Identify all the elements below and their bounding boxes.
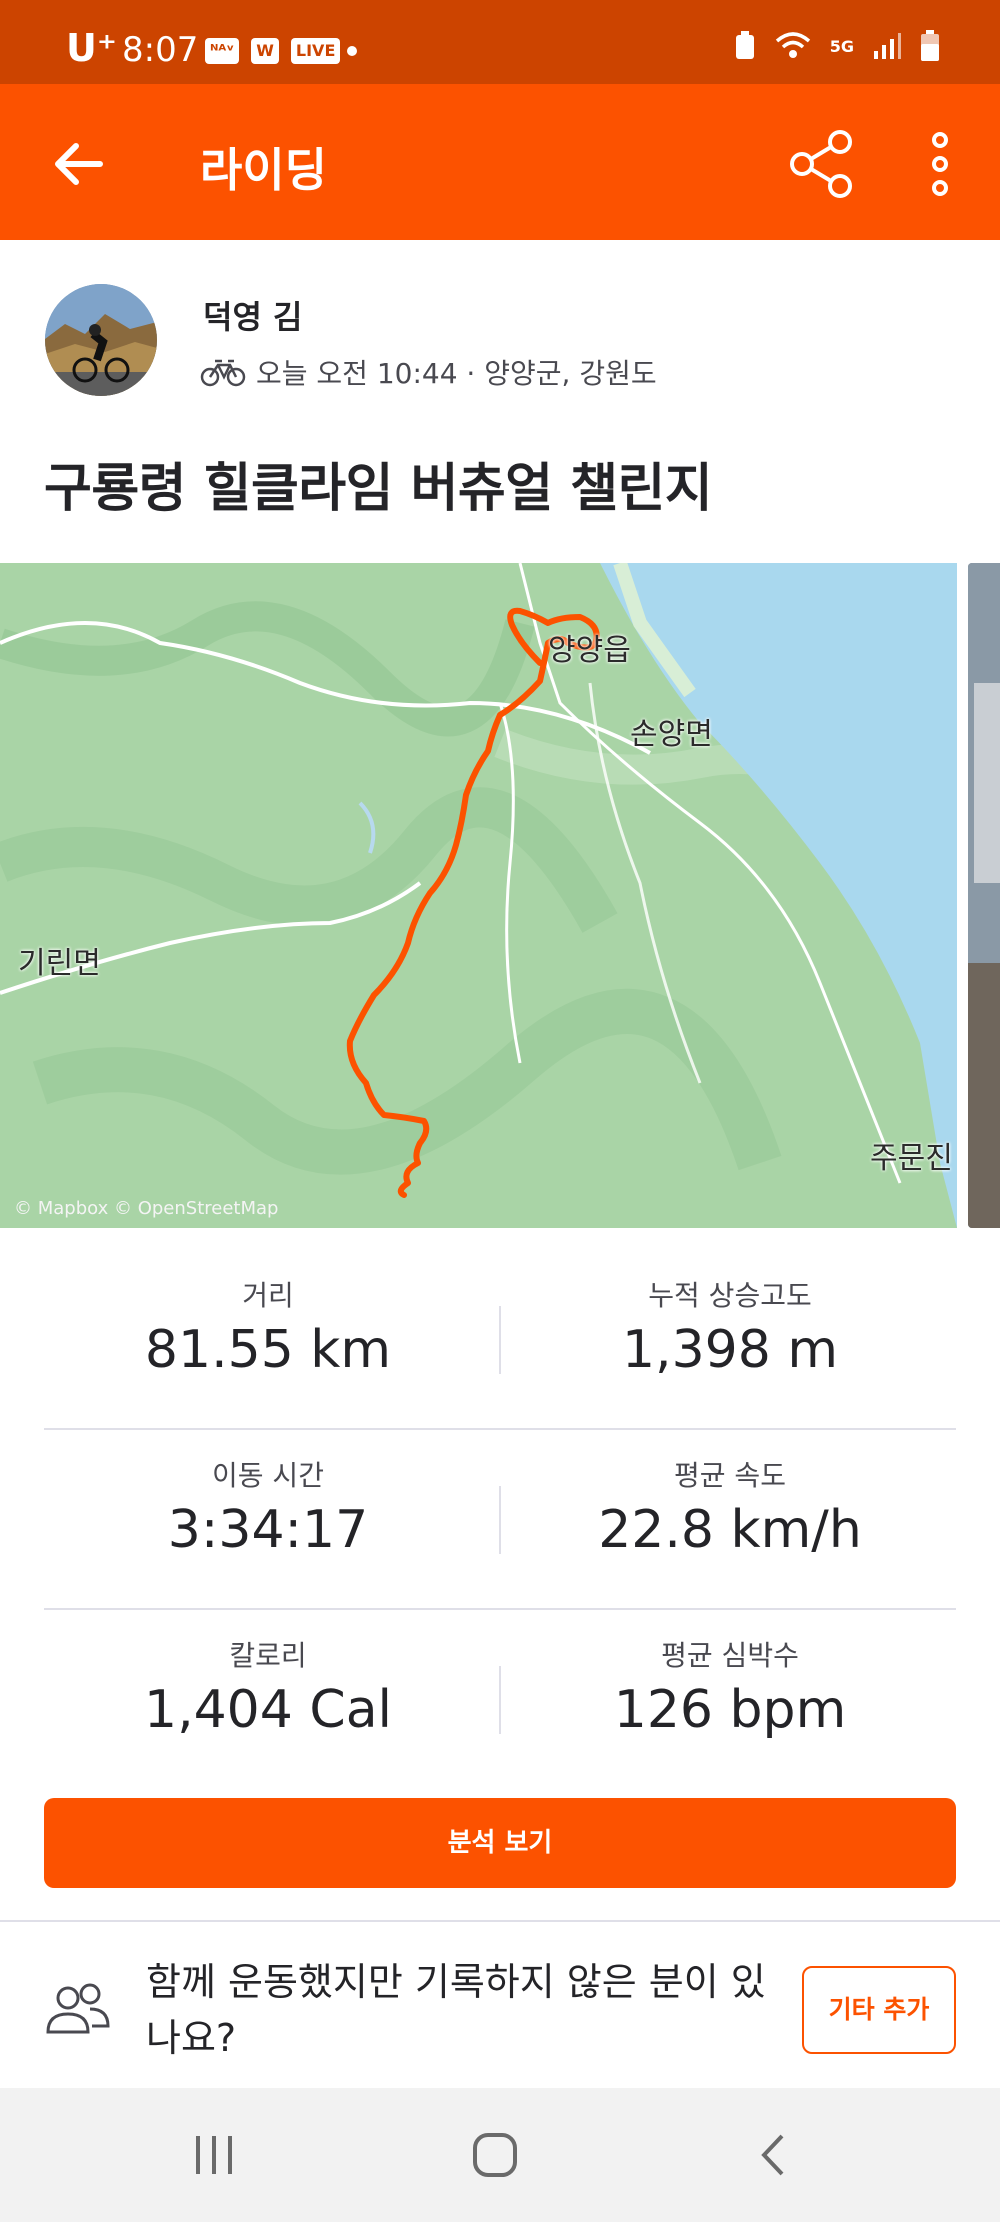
peek-photo — [968, 563, 1000, 1228]
stat-calories: 칼로리 1,404 Cal — [18, 1634, 518, 1740]
bike-icon — [200, 359, 246, 387]
stat-elevation-gain: 누적 상승고도 1,398 m — [480, 1274, 980, 1380]
stat-row-divider — [44, 1428, 956, 1430]
map-attribution: © Mapbox © OpenStreetMap — [14, 1198, 279, 1219]
map-label-jumun: 주문진 — [870, 1141, 953, 1176]
stat-value: 22.8 km/h — [598, 1500, 862, 1560]
share-icon[interactable] — [788, 128, 858, 200]
live-app-icon: LIVE — [290, 38, 341, 64]
stat-value: 3:34:17 — [167, 1500, 369, 1560]
battery-saver-icon — [735, 31, 754, 59]
stat-row-divider — [44, 1608, 956, 1610]
notification-icons: ᴺᴬᵛ W LIVE — [205, 38, 341, 64]
network-5g-label: 5G — [829, 36, 854, 56]
section-divider — [0, 1920, 1000, 1922]
stat-value: 81.55 km — [144, 1320, 392, 1380]
system-nav-bar — [0, 2088, 1000, 2222]
wavve-app-icon: W — [251, 38, 279, 64]
naver-app-icon: ᴺᴬᵛ — [205, 38, 240, 64]
stat-distance: 거리 81.55 km — [18, 1274, 518, 1380]
recent-apps-icon[interactable] — [192, 2132, 236, 2178]
map-canvas — [0, 563, 957, 1228]
athlete-name[interactable]: 덕영 김 — [203, 292, 302, 338]
map-label-yangyang: 양양읍 — [548, 633, 631, 668]
stat-label: 이동 시간 — [212, 1459, 324, 1492]
status-time: 8:07 — [122, 30, 199, 70]
battery-icon — [921, 30, 939, 61]
map-label-girin: 기린면 — [18, 946, 101, 981]
app-bar: 라이딩 — [0, 84, 1000, 240]
stat-label: 평균 심박수 — [661, 1639, 799, 1672]
back-nav-icon[interactable] — [758, 2132, 788, 2178]
stat-label: 칼로리 — [229, 1639, 307, 1672]
group-prompt-text: 함께 운동했지만 기록하지 않은 분이 있나요? — [146, 1960, 766, 2060]
carrier-label: U⁺ — [66, 26, 117, 70]
stat-value: 126 bpm — [613, 1680, 847, 1740]
stat-divider — [499, 1666, 501, 1734]
stat-label: 거리 — [242, 1279, 294, 1312]
map-label-sonyang: 손양면 — [630, 717, 713, 752]
stat-value: 1,398 m — [621, 1320, 839, 1380]
route-map[interactable]: 양양읍 손양면 기린면 주문진 © Mapbox © OpenStreetMap — [0, 563, 957, 1228]
stat-moving-time: 이동 시간 3:34:17 — [18, 1454, 518, 1560]
stat-label: 누적 상승고도 — [648, 1279, 812, 1312]
activity-meta: 오늘 오전 10:44 · 양양군, 강원도 — [200, 352, 657, 392]
athlete-avatar[interactable] — [45, 284, 157, 396]
stat-avg-heart-rate: 평균 심박수 126 bpm — [480, 1634, 980, 1740]
stat-label: 평균 속도 — [674, 1459, 786, 1492]
system-icons: 5G — [734, 30, 940, 62]
stat-divider — [499, 1486, 501, 1554]
back-arrow-icon[interactable] — [48, 134, 108, 194]
stat-value: 1,404 Cal — [143, 1680, 392, 1740]
wifi-icon — [775, 32, 810, 58]
next-photo-peek[interactable] — [968, 563, 1000, 1228]
stat-avg-speed: 평균 속도 22.8 km/h — [480, 1454, 980, 1560]
notification-dot-icon — [347, 46, 357, 56]
stat-divider — [499, 1306, 501, 1374]
more-options-icon[interactable] — [920, 128, 960, 200]
group-people-icon — [46, 1983, 110, 2034]
signal-icon — [874, 33, 901, 59]
home-icon[interactable] — [470, 2130, 520, 2180]
activity-datetime-location: 오늘 오전 10:44 · 양양군, 강원도 — [256, 357, 657, 390]
status-bar: U⁺ 8:07 ᴺᴬᵛ W LIVE 5G — [0, 0, 1000, 84]
page-title: 라이딩 — [200, 143, 327, 197]
add-others-button[interactable]: 기타 추가 — [802, 1966, 956, 2054]
avatar-photo — [45, 284, 157, 396]
view-analysis-button[interactable]: 분석 보기 — [44, 1798, 956, 1888]
activity-title: 구룡령 힐클라임 버츄얼 챌린지 — [44, 459, 713, 519]
